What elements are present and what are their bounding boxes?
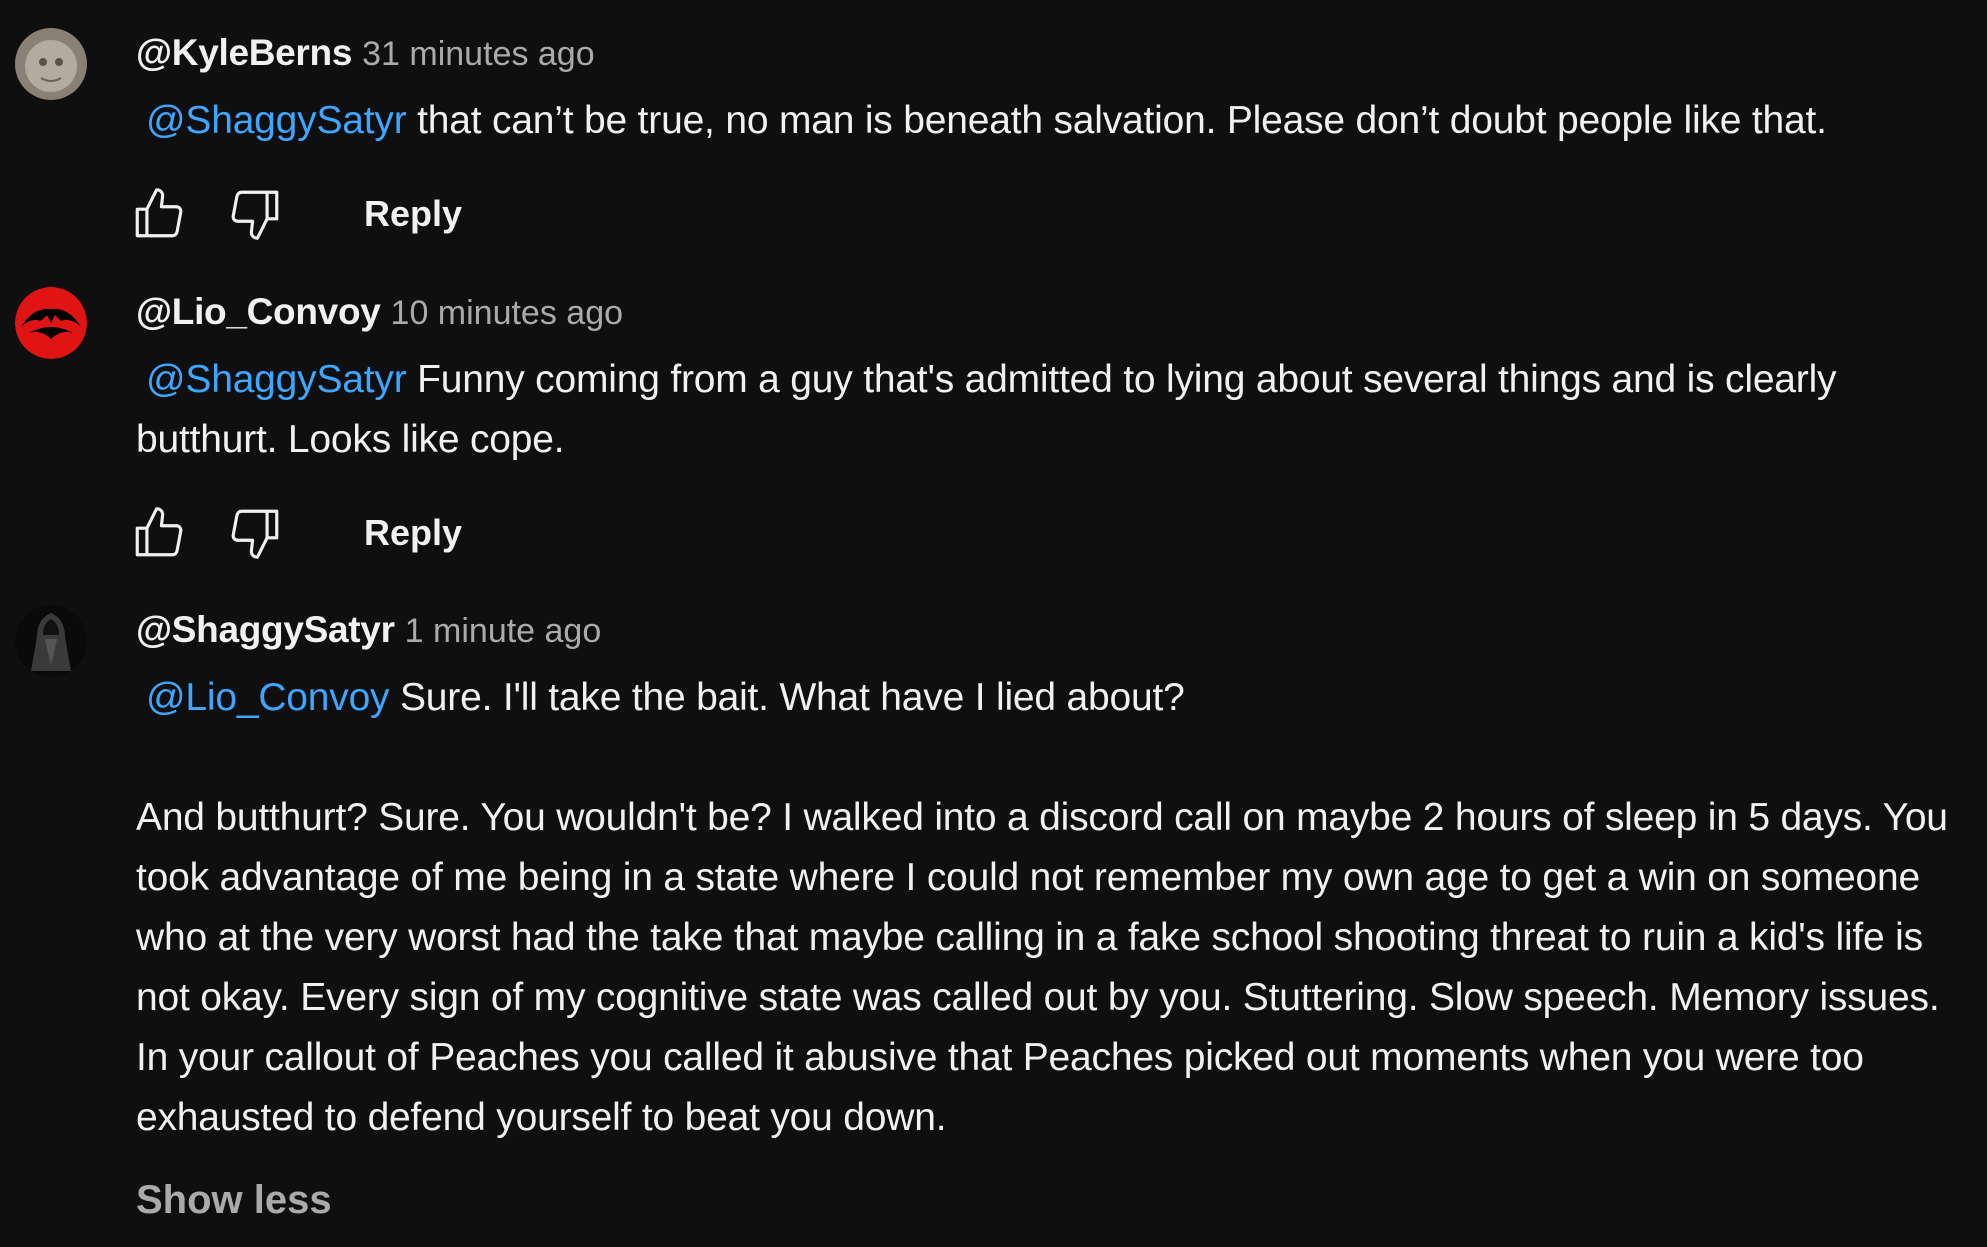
avatar[interactable] xyxy=(15,28,87,100)
comment-body: that can’t be true, no man is beneath sa… xyxy=(406,99,1827,142)
avatar[interactable] xyxy=(15,287,87,359)
reply-button[interactable]: Reply xyxy=(364,498,462,568)
thumb-up-icon[interactable] xyxy=(130,504,188,562)
thumb-up-icon[interactable] xyxy=(130,185,188,243)
comment-timestamp[interactable]: 31 minutes ago xyxy=(362,35,595,73)
mention-link[interactable]: @ShaggySatyr xyxy=(146,358,407,401)
comment-author[interactable]: @ShaggySatyr xyxy=(136,609,395,650)
comment-text: @Lio_Convoy Sure. I'll take the bait. Wh… xyxy=(136,668,1976,1148)
thumb-down-icon[interactable] xyxy=(226,185,284,243)
avatar-image xyxy=(15,28,87,100)
comment-header: @ShaggySatyr 1 minute ago xyxy=(136,605,1976,655)
comment-body-paragraph: And butthurt? Sure. You wouldn't be? I w… xyxy=(136,796,1948,1139)
comment-timestamp[interactable]: 1 minute ago xyxy=(405,612,602,650)
thundercats-logo-icon xyxy=(15,287,87,359)
mention-link[interactable]: @Lio_Convoy xyxy=(146,676,390,719)
comment-header: @Lio_Convoy 10 minutes ago xyxy=(136,287,1976,337)
comment-text: @ShaggySatyr that can’t be true, no man … xyxy=(136,91,1976,151)
hooded-figure-icon xyxy=(15,605,87,677)
comment-timestamp[interactable]: 10 minutes ago xyxy=(391,294,624,332)
comment-author[interactable]: @Lio_Convoy xyxy=(136,291,381,332)
comment-actions: Reply xyxy=(135,179,1976,249)
comment-text: @ShaggySatyr Funny coming from a guy tha… xyxy=(136,350,1976,470)
avatar[interactable] xyxy=(15,605,87,677)
comment-actions: Reply xyxy=(135,498,1976,568)
reply-button[interactable]: Reply xyxy=(364,179,462,249)
mention-link[interactable]: @ShaggySatyr xyxy=(146,99,407,142)
comment-author[interactable]: @KyleBerns xyxy=(136,32,352,73)
comment-header: @KyleBerns 31 minutes ago xyxy=(136,28,1976,78)
show-less-button[interactable]: Show less xyxy=(136,1178,1976,1223)
thumb-down-icon[interactable] xyxy=(226,504,284,562)
comment-body: Sure. I'll take the bait. What have I li… xyxy=(389,676,1185,719)
